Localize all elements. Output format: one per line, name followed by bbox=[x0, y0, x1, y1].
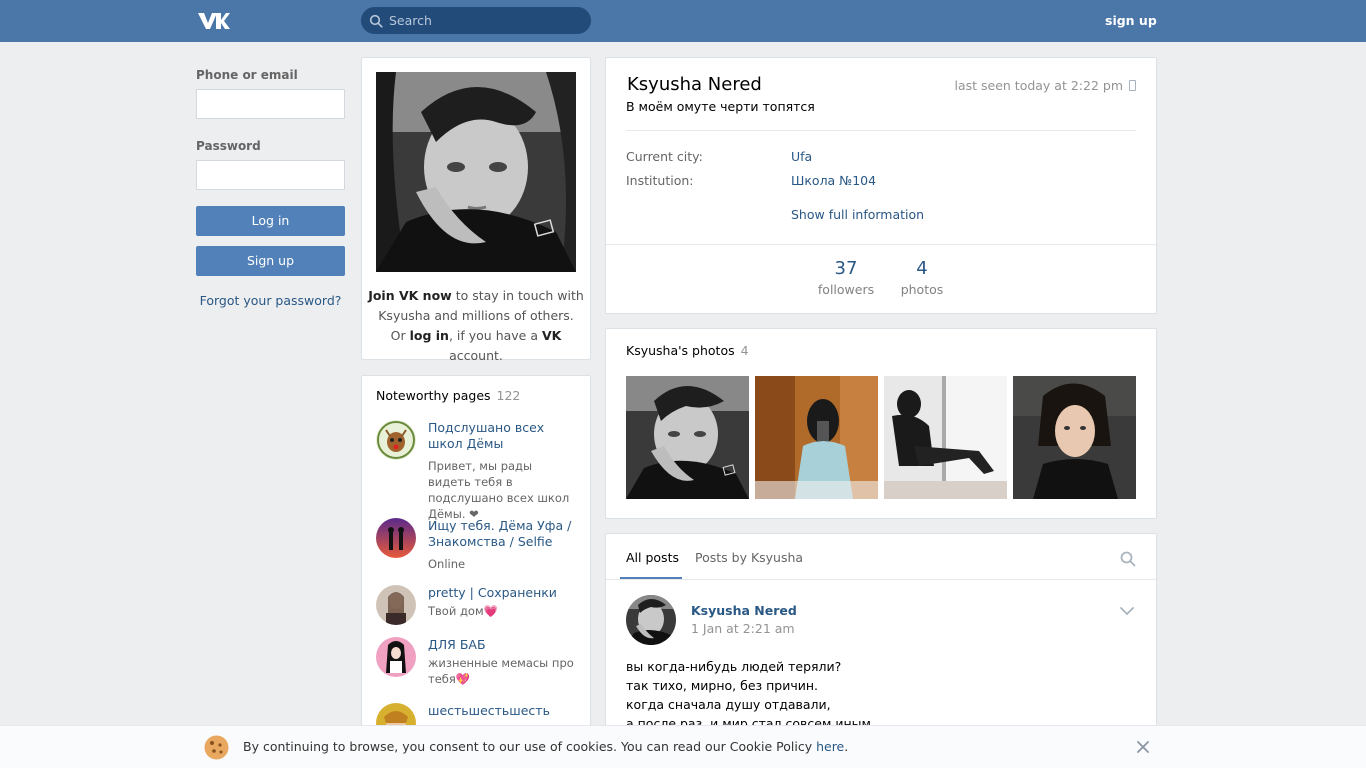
header-signup-link[interactable]: sign up bbox=[1105, 13, 1157, 28]
photos-counter[interactable]: 4 photos bbox=[897, 258, 947, 297]
page-name[interactable]: pretty | Сохраненки bbox=[428, 585, 578, 601]
institution-link[interactable]: Школа №104 bbox=[791, 173, 876, 188]
profile-status: В моём омуте черти топятся bbox=[626, 99, 815, 114]
if-text: , if you have a bbox=[448, 328, 542, 343]
account-text: account. bbox=[449, 348, 503, 363]
close-icon[interactable] bbox=[1136, 740, 1150, 754]
last-seen-text: last seen today at 2:22 pm bbox=[954, 78, 1123, 93]
photos-label: photos bbox=[900, 282, 944, 297]
list-item[interactable]: pretty | Сохраненки Твой дом💗 bbox=[376, 585, 581, 629]
photos-header[interactable]: Ksyusha's photos 4 bbox=[626, 343, 749, 358]
photos-count: 4 bbox=[916, 258, 928, 279]
cookie-period: . bbox=[844, 739, 849, 754]
page-name[interactable]: Подслушано всех школ Дёмы bbox=[428, 420, 578, 452]
signup-button[interactable]: Sign up bbox=[196, 246, 345, 276]
page-description: Твой дом💗 bbox=[428, 604, 498, 618]
list-item[interactable]: ДЛЯ БАБ жизненные мемасы про тебя💖 bbox=[376, 637, 581, 693]
profile-photo[interactable] bbox=[376, 72, 576, 272]
show-full-info-link[interactable]: Show full information bbox=[791, 207, 924, 222]
login-link-bold[interactable]: log in bbox=[410, 328, 449, 343]
post-author-avatar[interactable] bbox=[626, 595, 676, 645]
search-input[interactable] bbox=[389, 7, 584, 34]
photo-thumbnail[interactable] bbox=[884, 376, 1007, 499]
wall-search-icon[interactable] bbox=[1120, 551, 1136, 567]
followers-counter[interactable]: 37 followers bbox=[816, 258, 876, 297]
city-link[interactable]: Ufa bbox=[791, 149, 812, 164]
photos-title: Ksyusha's photos bbox=[626, 343, 735, 358]
vk-logo-icon[interactable] bbox=[196, 10, 230, 32]
page-avatar[interactable] bbox=[376, 518, 416, 558]
city-label: Current city: bbox=[626, 149, 703, 164]
divider bbox=[606, 244, 1156, 245]
forgot-password-link[interactable]: Forgot your password? bbox=[196, 293, 345, 308]
password-label: Password bbox=[196, 139, 261, 153]
cookie-message: By continuing to browse, you consent to … bbox=[243, 739, 817, 754]
cookie-policy-link[interactable]: here bbox=[816, 739, 844, 754]
page-avatar[interactable] bbox=[376, 585, 416, 625]
last-seen: last seen today at 2:22 pm bbox=[954, 78, 1136, 93]
post-author-name[interactable]: Ksyusha Nered bbox=[691, 603, 797, 618]
noteworthy-title: Noteworthy pages bbox=[376, 388, 491, 403]
tab-posts-by-owner[interactable]: Posts by Ksyusha bbox=[695, 550, 803, 565]
search-icon bbox=[369, 14, 383, 28]
join-prompt: Join VK now to stay in touch with Ksyush… bbox=[368, 286, 584, 366]
page-description: Привет, мы рады видеть тебя в подслушано… bbox=[428, 459, 570, 521]
vk-bold: VK bbox=[541, 328, 562, 343]
login-form: Phone or email Password Log in Sign up F… bbox=[196, 68, 345, 308]
mobile-icon bbox=[1129, 80, 1136, 91]
photo-thumbnail[interactable] bbox=[1013, 376, 1136, 499]
page-avatar[interactable] bbox=[376, 637, 416, 677]
search-box[interactable] bbox=[361, 7, 591, 34]
or-text: Or bbox=[390, 328, 410, 343]
photos-title-count: 4 bbox=[740, 343, 749, 358]
profile-name: Ksyusha Nered bbox=[627, 74, 762, 95]
noteworthy-header[interactable]: Noteworthy pages 122 bbox=[376, 388, 520, 403]
post-date[interactable]: 1 Jan at 2:21 am bbox=[691, 621, 795, 636]
profile-info-card: Ksyusha Nered В моём омуте черти топятся… bbox=[605, 57, 1157, 314]
chevron-down-icon[interactable] bbox=[1120, 606, 1134, 616]
password-field[interactable] bbox=[196, 160, 345, 190]
phone-email-field[interactable] bbox=[196, 89, 345, 119]
page-name[interactable]: ДЛЯ БАБ bbox=[428, 637, 578, 653]
divider bbox=[626, 130, 1136, 131]
cookie-consent-bar: By continuing to browse, you consent to … bbox=[0, 725, 1366, 768]
page-avatar[interactable] bbox=[376, 420, 416, 460]
page-description: жизненные мемасы про тебя💖 bbox=[428, 656, 574, 686]
noteworthy-pages-card: Noteworthy pages 122 Подслушано всех школ… bbox=[361, 375, 591, 768]
photo-thumbnail[interactable] bbox=[626, 376, 749, 499]
profile-avatar-card: Join VK now to stay in touch with Ksyush… bbox=[361, 57, 591, 363]
post-text: вы когда-нибудь людей теряли? так тихо, … bbox=[626, 659, 875, 731]
cookie-text: By continuing to browse, you consent to … bbox=[243, 739, 848, 754]
followers-count: 37 bbox=[834, 258, 858, 279]
tab-all-posts[interactable]: All posts bbox=[626, 550, 679, 565]
noteworthy-count: 122 bbox=[496, 388, 521, 403]
institution-label: Institution: bbox=[626, 173, 694, 188]
phone-label: Phone or email bbox=[196, 68, 298, 82]
login-button[interactable]: Log in bbox=[196, 206, 345, 236]
page-name[interactable]: шестьшестьшесть bbox=[428, 703, 578, 719]
photo-thumbnail[interactable] bbox=[755, 376, 878, 499]
page-description: Online bbox=[428, 557, 466, 571]
photos-card: Ksyusha's photos 4 bbox=[605, 328, 1157, 519]
cookie-icon bbox=[204, 735, 229, 760]
join-bold[interactable]: Join VK now bbox=[368, 288, 452, 303]
list-item[interactable]: Подслушано всех школ Дёмы Привет, мы рад… bbox=[376, 420, 581, 521]
divider bbox=[606, 579, 1156, 580]
page-name[interactable]: Ищу тебя. Дёма Уфа / Знакомства / Selfie bbox=[428, 518, 578, 550]
list-item[interactable]: Ищу тебя. Дёма Уфа / Знакомства / Selfie… bbox=[376, 518, 581, 574]
followers-label: followers bbox=[817, 282, 875, 297]
top-navigation-bar: sign up bbox=[0, 0, 1366, 42]
